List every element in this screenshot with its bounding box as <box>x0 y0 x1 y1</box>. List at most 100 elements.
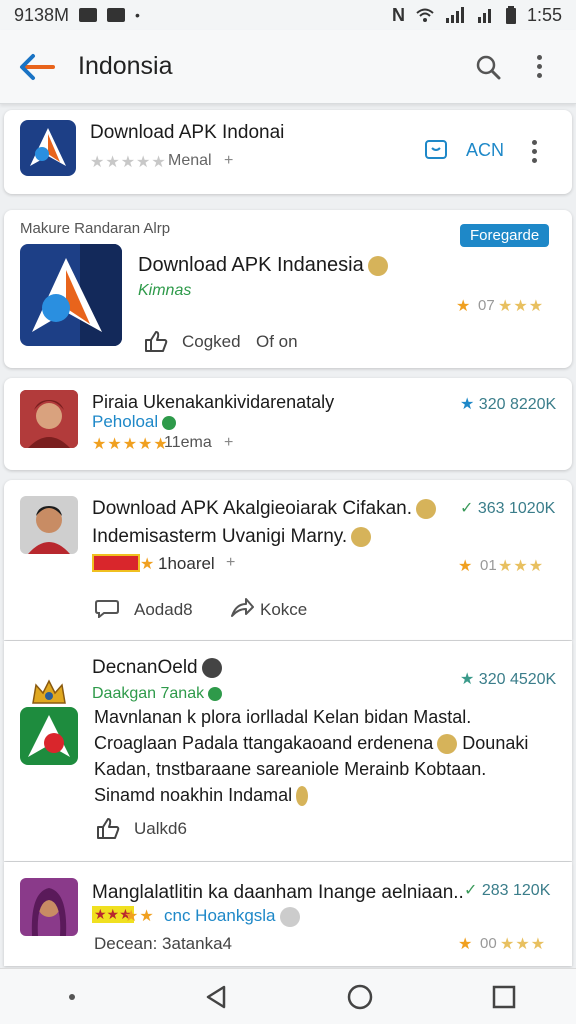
emoji-icon <box>351 526 372 547</box>
app-list-item[interactable]: Download APK Indonai ★★★★★ Menal + ACN <box>4 110 572 194</box>
install-button-label[interactable]: ACN <box>466 140 504 161</box>
star-icon: ★ <box>460 396 475 413</box>
tag-label: 1hoarel <box>158 554 215 573</box>
post-title-line2: Indemisasterm Uvanigi Marny. <box>92 526 372 548</box>
post-author: DecnanOeld <box>92 657 222 679</box>
share-icon[interactable] <box>230 598 254 618</box>
item-title: Piraia Ukenakankividarenataly <box>92 392 335 412</box>
rating-star-icon: ★ <box>458 558 474 575</box>
item-subtitle: Peholoal <box>92 412 177 432</box>
rating-stars: ★★★★★ <box>92 436 169 453</box>
dot-icon <box>69 993 75 1000</box>
globe-icon <box>162 415 177 430</box>
rating-stars: ★★ <box>124 908 155 925</box>
score-badge: ★ 320 8220K <box>460 396 557 413</box>
emoji-icon <box>279 906 300 927</box>
verified-icon <box>208 686 223 701</box>
post-subtitle: Daakgan 7anak <box>92 685 223 703</box>
app-icon <box>20 244 122 346</box>
search-icon <box>476 55 501 79</box>
plus-icon: + <box>224 434 234 451</box>
avatar <box>20 878 78 936</box>
emoji-icon <box>367 255 388 276</box>
score-badge: ✓ 283 120K <box>464 882 551 899</box>
post-meta: Decean: 3atanka4 <box>94 934 232 953</box>
check-icon: ✓ <box>464 882 478 899</box>
install-icon[interactable] <box>424 136 448 160</box>
post-card[interactable]: DecnanOeld Daakgan 7anak ★ 320 4520K Mav… <box>4 641 572 861</box>
rating-stars: ★★★ <box>498 558 545 575</box>
like-icon[interactable] <box>96 817 122 839</box>
signal-icon <box>445 7 464 23</box>
featured-app-title: Download APK Indanesia <box>138 254 388 277</box>
post-card[interactable]: Manglalatlitin ka daanham Inange aelniaa… <box>4 862 572 966</box>
comment-icon[interactable] <box>94 598 120 618</box>
emoji-icon <box>416 498 437 519</box>
search-button[interactable] <box>468 47 508 87</box>
nav-recents-button[interactable] <box>479 972 529 1022</box>
rating-stars: ★★★★★ <box>90 154 167 171</box>
nav-dot-button[interactable] <box>47 972 97 1022</box>
post-title-line1: Download APK Akalgieoiarak Cifakan. <box>92 498 437 520</box>
image-notification-icon <box>107 8 126 22</box>
post-body-line4: Sinamd noakhin Indamal <box>94 785 309 807</box>
rating-star-icon: ★ <box>456 298 472 315</box>
plus-icon: + <box>224 152 234 169</box>
emoji-icon <box>437 734 458 755</box>
check-icon: ✓ <box>460 500 474 517</box>
system-nav-bar <box>0 968 576 1024</box>
wifi-icon <box>416 8 434 22</box>
comment-label[interactable]: Aodad8 <box>134 600 193 620</box>
user-list-item[interactable]: Piraia Ukenakankividarenataly Peholoal ★… <box>4 378 572 470</box>
avatar <box>20 390 78 448</box>
app-icon <box>20 120 76 176</box>
status-bar: 9138M • N 1:55 <box>0 0 576 30</box>
app-icon <box>20 707 78 765</box>
tag-badge <box>92 554 140 572</box>
square-recents-icon <box>492 985 516 1008</box>
like-label[interactable]: Cogked <box>182 332 241 352</box>
share-label[interactable]: Of on <box>256 332 298 352</box>
promo-badge[interactable]: Foregarde <box>460 224 550 247</box>
rating-text: 00 <box>480 935 497 952</box>
back-button[interactable] <box>16 47 56 87</box>
nfc-icon: N <box>391 4 405 25</box>
nav-home-button[interactable] <box>335 972 385 1022</box>
status-time-right: 1:55 <box>526 4 562 25</box>
like-label[interactable]: Ualkd6 <box>134 819 187 839</box>
post-card[interactable]: Download APK Akalgieoiarak Cifakan. Inde… <box>4 480 572 640</box>
page-title: Indonsia <box>78 52 173 80</box>
rating-text: 01 <box>480 557 497 574</box>
post-body-line3: Kadan, tnstbaraane sareaniole Merainb Ko… <box>94 759 487 779</box>
rating-text: 11ema <box>164 434 212 451</box>
score-badge: ✓ 363 1020K <box>460 500 556 517</box>
overflow-menu-button[interactable] <box>520 47 560 87</box>
back-arrow-icon <box>20 53 55 80</box>
featured-app-subtitle: Kimnas <box>138 282 192 299</box>
rating-stars: ★★★ <box>500 936 547 953</box>
post-subtitle: cnc Hoankgsla <box>164 906 300 927</box>
emoji-icon <box>201 657 222 678</box>
app-title: Download APK Indonai <box>90 122 285 143</box>
post-title: Manglalatlitin ka daanham Inange aelniaa… <box>92 882 464 903</box>
more-vert-icon <box>537 55 543 78</box>
notification-icon <box>79 8 98 22</box>
rating-text: Menal <box>168 152 212 169</box>
share-label[interactable]: Kokce <box>260 600 307 620</box>
triangle-back-icon <box>206 985 226 1008</box>
nav-back-button[interactable] <box>191 972 241 1022</box>
rating-text: 07 <box>478 297 495 314</box>
score-badge: ★ 320 4520K <box>460 671 557 688</box>
featured-card[interactable]: Makure Randaran Alrp Foregarde Download … <box>4 210 572 368</box>
item-menu-icon[interactable] <box>532 140 538 163</box>
crown-icon <box>32 679 66 704</box>
section-label: Makure Randaran Alrp <box>20 220 171 237</box>
star-icon: ★ <box>460 671 475 688</box>
dot-icon: • <box>135 7 140 23</box>
plus-icon: + <box>226 554 236 571</box>
rating-star-icon: ★ <box>140 556 156 573</box>
signal-2-icon <box>477 9 491 23</box>
like-icon[interactable] <box>144 330 168 352</box>
status-time-left: 9138M <box>14 4 70 25</box>
circle-home-icon <box>347 984 373 1009</box>
